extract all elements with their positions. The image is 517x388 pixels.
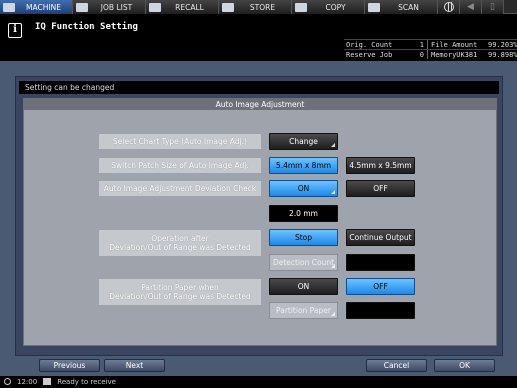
panel-title: Auto Image Adjustment (24, 99, 496, 110)
counter-label: Orig. Count (346, 41, 393, 49)
tab-label: STORE (249, 2, 276, 12)
submenu-corner-icon (331, 264, 335, 268)
message-bar: Setting can be changed (19, 81, 499, 94)
patch-size-5-4-button[interactable]: 5.4mm x 8mm (269, 157, 338, 174)
label-line: Partition Paper when (141, 283, 219, 292)
counter-panel: Orig. Count 1 File Amount 99.203% Reserv… (344, 39, 517, 59)
tab-label: MACHINE (26, 2, 61, 12)
operation-stop-button[interactable]: Stop (269, 229, 338, 246)
tab-label: SCAN (398, 2, 419, 12)
store-icon (222, 2, 234, 12)
machine-icon (3, 2, 15, 12)
speaker-icon: ◀ (467, 2, 474, 12)
clock-icon (4, 378, 11, 385)
info-icon: i (8, 23, 22, 38)
tab-copy[interactable]: COPY (292, 0, 365, 14)
globe-icon (443, 2, 454, 12)
status-bar: 12:00 Ready to receive (0, 376, 517, 388)
speaker-button[interactable]: ◀ (460, 0, 482, 14)
deviation-value-display: 2.0 mm (269, 205, 338, 222)
deviation-check-label: Auto Image Adjustment Deviation Check (99, 181, 261, 196)
status-text: Ready to receive (57, 378, 116, 386)
tab-store[interactable]: STORE (219, 0, 292, 14)
button-label: Detection Count (272, 258, 335, 267)
counter-value: 1 (394, 40, 428, 49)
settings-panel: Setting can be changed Auto Image Adjust… (15, 76, 503, 356)
counter-value: 99.898% (488, 51, 517, 59)
button-label: Partition Paper (276, 306, 331, 315)
deviation-check-on-button[interactable]: ON (269, 180, 338, 197)
page-title: IQ Function Setting (35, 22, 138, 32)
top-tab-bar: MACHINE JOB LIST RECALL STORE COPY SCAN … (0, 0, 517, 14)
counter-value: 0 (394, 50, 428, 59)
previous-button[interactable]: Previous (39, 359, 100, 372)
button-label: Change (289, 137, 318, 146)
settings-content: Auto Image Adjustment Select Chart Type … (23, 98, 497, 346)
next-button[interactable]: Next (104, 359, 165, 372)
operation-after-label: Operation after Deviation/Out of Range w… (99, 230, 261, 256)
tab-scan[interactable]: SCAN (365, 0, 438, 14)
tab-job-list[interactable]: JOB LIST (73, 0, 146, 14)
label-line: Deviation/Out of Range was Detected (109, 243, 251, 252)
counter-label: Reserve Job (346, 51, 393, 59)
volume-button[interactable]: ▯ (482, 0, 504, 14)
volume-icon: ▯ (490, 2, 495, 12)
patch-size-label: Switch Patch Size of Auto Image Adj. (99, 158, 261, 173)
patch-size-4-5-button[interactable]: 4.5mm x 9.5mm (346, 157, 415, 174)
counter-label: MemoryUK381 (431, 51, 478, 59)
counter-label: File Amount (431, 41, 478, 49)
label-line: Deviation/Out of Range was Detected (109, 292, 251, 301)
submenu-corner-icon (331, 190, 335, 194)
tab-machine[interactable]: MACHINE (0, 0, 73, 14)
copy-icon (295, 2, 307, 12)
ok-button[interactable]: OK (434, 359, 495, 372)
button-label: ON (297, 184, 310, 193)
submenu-corner-icon (331, 143, 335, 147)
change-chart-type-button[interactable]: Change (269, 133, 338, 150)
submenu-corner-icon (331, 312, 335, 316)
tab-label: RECALL (175, 2, 204, 12)
tab-label: COPY (325, 2, 346, 12)
cancel-button[interactable]: Cancel (366, 359, 427, 372)
partition-paper-button: Partition Paper (269, 302, 338, 319)
status-time: 12:00 (17, 378, 38, 386)
tab-label: JOB LIST (100, 2, 133, 12)
partition-paper-label: Partition Paper when Deviation/Out of Ra… (99, 279, 261, 305)
detection-count-button: Detection Count (269, 254, 338, 271)
partition-on-button[interactable]: ON (269, 278, 338, 295)
recall-icon (149, 2, 161, 12)
partition-off-button[interactable]: OFF (346, 278, 415, 295)
counter-value: 99.203% (488, 41, 517, 49)
tab-recall[interactable]: RECALL (146, 0, 219, 14)
detection-count-display (346, 254, 415, 271)
job-list-icon (76, 2, 88, 12)
language-button[interactable] (438, 0, 460, 14)
counter-row: Reserve Job 0 MemoryUK381 99.898% (344, 49, 517, 59)
chart-type-label: Select Chart Type (Auto Image Adj.) (99, 134, 261, 149)
label-line: Operation after (151, 234, 209, 243)
scan-icon (368, 2, 380, 12)
counter-row: Orig. Count 1 File Amount 99.203% (344, 39, 517, 49)
main-frame: Setting can be changed Auto Image Adjust… (0, 61, 517, 376)
partition-paper-display (346, 302, 415, 319)
printer-status-icon (43, 378, 52, 385)
operation-continue-output-button[interactable]: Continue Output (346, 229, 415, 246)
deviation-check-off-button[interactable]: OFF (346, 180, 415, 197)
